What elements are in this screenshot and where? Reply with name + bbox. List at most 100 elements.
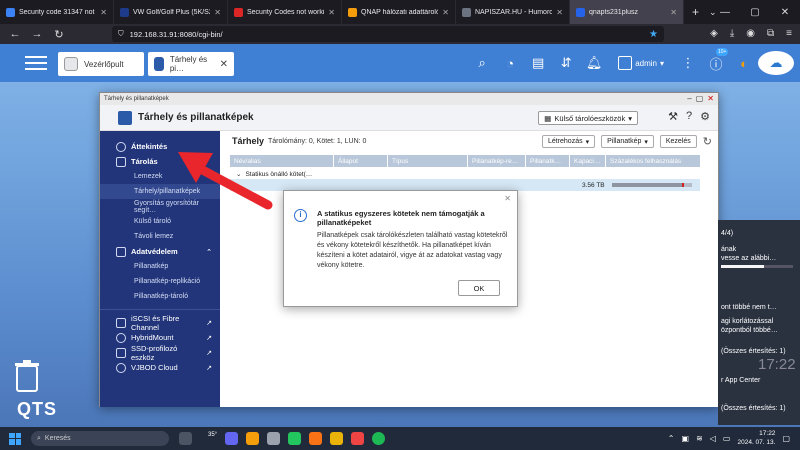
notification-text: r App Center xyxy=(721,377,761,384)
recycle-bin-icon[interactable] xyxy=(14,360,40,392)
close-icon[interactable]: ✕ xyxy=(442,8,449,17)
notification-bell-icon[interactable]: 🔔︎ xyxy=(580,55,608,71)
firefox-icon[interactable] xyxy=(309,432,323,445)
help-icon[interactable]: ? xyxy=(686,110,692,123)
browser-tab-active[interactable]: qnapts231plusz ✕ xyxy=(570,0,684,24)
close-icon[interactable]: ✕ xyxy=(220,59,228,70)
sidebar-item-cache-acceleration[interactable]: Gyorsítás gyorsítótár segít… xyxy=(100,199,220,214)
user-menu[interactable]: admin ▾ xyxy=(618,56,664,70)
create-button[interactable]: Létrehozás ▾ xyxy=(541,135,596,148)
column-header[interactable]: Százalékos felhasználás xyxy=(606,155,700,167)
close-icon[interactable]: ✕ xyxy=(670,8,677,17)
sidebar-item-ssd-profiling[interactable]: SSD-profilozó eszköz ↗ xyxy=(100,344,220,362)
bookmark-star-icon[interactable]: ★ xyxy=(649,29,658,40)
column-header[interactable]: Típus xyxy=(388,155,468,167)
teams-icon[interactable] xyxy=(225,432,239,445)
external-devices-dropdown[interactable]: ▦ Külső tárolóeszközök ▾ xyxy=(538,111,638,125)
weather-widget[interactable]: 35° xyxy=(208,432,217,445)
windows-start-icon[interactable] xyxy=(9,432,21,445)
minimize-icon[interactable]: — xyxy=(710,0,740,24)
new-tab-icon[interactable]: + xyxy=(692,5,699,19)
close-icon[interactable]: ✕ xyxy=(214,8,221,17)
sidebar-item-snapshot[interactable]: Pillanatkép xyxy=(100,259,220,274)
external-device-icon[interactable]: ⇵ xyxy=(552,55,580,71)
background-tasks-icon[interactable]: ▤ xyxy=(524,55,552,71)
table-group-row[interactable]: ⌄ Statikus önálló kötet(… xyxy=(230,169,700,179)
notification-count[interactable]: (Összes értesítés: 1) xyxy=(721,405,786,412)
browser-tab[interactable]: NAPISZAR.HU - Humoros…✕ xyxy=(456,0,570,24)
settings-icon[interactable] xyxy=(267,432,281,445)
chevron-up-icon[interactable]: ⌃ xyxy=(668,434,675,443)
dashboard-icon[interactable]: ◔ xyxy=(496,56,524,71)
maximize-icon[interactable]: ▢ xyxy=(696,94,704,103)
sidebar-item-overview[interactable]: Áttekintés xyxy=(100,139,220,154)
download-icon[interactable]: ⤓ xyxy=(730,28,734,39)
volume-icon[interactable]: ◁ xyxy=(710,434,716,443)
close-icon[interactable]: ✕ xyxy=(504,194,511,203)
snapshot-button[interactable]: Pillanatkép ▾ xyxy=(601,135,654,148)
notification-count[interactable]: (Összes értesítés: 1) xyxy=(721,348,786,355)
sidebar-item-storage-snapshots[interactable]: Tárhely/pillanatképek xyxy=(100,184,220,199)
minimize-icon[interactable]: – xyxy=(687,94,691,103)
info-icon[interactable]: ⓘ 10+ xyxy=(702,47,730,73)
cloud-icon[interactable]: ☁ xyxy=(758,51,794,75)
column-header[interactable]: Pillanatk… xyxy=(526,155,570,167)
url-bar[interactable]: ⛉ 192.168.31.91:8080/cgi-bin/ ★ xyxy=(112,26,664,42)
sidebar-item-iscsi[interactable]: iSCSI és Fibre Channel ↗ xyxy=(100,314,220,332)
browser-tab[interactable]: VW Golf/Golf Plus (5K/S2) Twa…✕ xyxy=(114,0,228,24)
menu-icon[interactable]: ≡ xyxy=(786,28,792,39)
notification-center-icon[interactable]: ▢ xyxy=(782,434,790,443)
browser-tab[interactable]: Security code 31347 not w…✕ xyxy=(0,0,114,24)
sidebar-item-external-storage[interactable]: Külső tároló xyxy=(100,214,220,229)
qts-toolbar: ⌕ ◔ ▤ ⇵ 🔔︎ admin ▾ ⋮ ⓘ 10+ ◐ ☁ xyxy=(468,44,800,82)
taskbar-search[interactable]: ⌕ Keresés xyxy=(31,431,169,446)
refresh-icon[interactable]: ↻ xyxy=(703,135,712,148)
search-icon: ⌕ xyxy=(37,434,41,442)
folder-icon[interactable] xyxy=(330,432,344,445)
forward-icon[interactable]: → xyxy=(26,28,48,40)
battery-icon[interactable]: ▭ xyxy=(723,434,731,443)
main-menu-icon[interactable] xyxy=(25,56,47,70)
sidebar-item-storage[interactable]: Tárolás xyxy=(100,154,220,169)
qts-tab-storage[interactable]: Tárhely és pi… ✕ xyxy=(148,52,234,76)
sidebar-item-vjbod-cloud[interactable]: VJBOD Cloud ↗ xyxy=(100,360,220,375)
settings-gear-icon[interactable]: ⚙ xyxy=(700,110,710,123)
reload-icon[interactable]: ↻ xyxy=(48,28,70,41)
sidebar-item-snapshot-vault[interactable]: Pillanatkép-tároló xyxy=(100,289,220,304)
qts-tab-control-panel[interactable]: Vezérlőpult xyxy=(58,52,144,76)
wifi-icon[interactable]: ≋ xyxy=(696,434,703,443)
tools-icon[interactable]: ⚒ xyxy=(668,110,678,123)
app-center-icon[interactable]: ◐ xyxy=(730,56,758,71)
close-icon[interactable]: ✕ xyxy=(556,8,563,17)
manage-button[interactable]: Kezelés xyxy=(659,135,697,148)
close-icon[interactable]: ✕ xyxy=(328,8,335,17)
more-icon[interactable]: ⋮ xyxy=(674,55,702,71)
sidebar-item-disks[interactable]: Lemezek xyxy=(100,169,220,184)
browser-tab[interactable]: Security Codes not working…✕ xyxy=(228,0,342,24)
pocket-icon[interactable]: ◈ xyxy=(710,28,718,39)
file-explorer-icon[interactable] xyxy=(246,432,260,445)
close-window-icon[interactable]: ✕ xyxy=(770,0,800,24)
close-icon[interactable]: ✕ xyxy=(100,8,107,17)
app-icon[interactable] xyxy=(351,432,365,445)
extensions-icon[interactable]: ⧉ xyxy=(767,28,774,39)
ok-button[interactable]: OK xyxy=(458,280,500,296)
sidebar-item-snapshot-replication[interactable]: Pillanatkép-replikáció xyxy=(100,274,220,289)
column-header[interactable]: Név/alias xyxy=(230,155,334,167)
spotify-icon[interactable] xyxy=(372,432,386,445)
maximize-icon[interactable]: ▢ xyxy=(740,0,770,24)
back-icon[interactable]: ← xyxy=(4,28,26,40)
column-header[interactable]: Pillanatkép-re… xyxy=(468,155,526,167)
browser-tab[interactable]: QNAP hálózati adattároló… ✕ xyxy=(342,0,456,24)
tray-app-icon[interactable]: ▣ xyxy=(682,434,690,443)
sidebar-item-data-protection[interactable]: Adatvédelem ⌃ xyxy=(100,244,220,259)
account-icon[interactable]: ◉ xyxy=(746,28,755,39)
task-view-icon[interactable] xyxy=(179,432,192,445)
column-header[interactable]: Állapot xyxy=(334,155,388,167)
search-icon[interactable]: ⌕ xyxy=(468,55,496,71)
taskbar-clock[interactable]: 17:22 2024. 07. 13. xyxy=(737,429,775,447)
sidebar-item-remote-disk[interactable]: Távoli lemez xyxy=(100,229,220,244)
chrome-icon[interactable] xyxy=(288,432,302,445)
column-header[interactable]: Kapaci… xyxy=(570,155,606,167)
close-icon[interactable]: ✕ xyxy=(707,94,714,103)
